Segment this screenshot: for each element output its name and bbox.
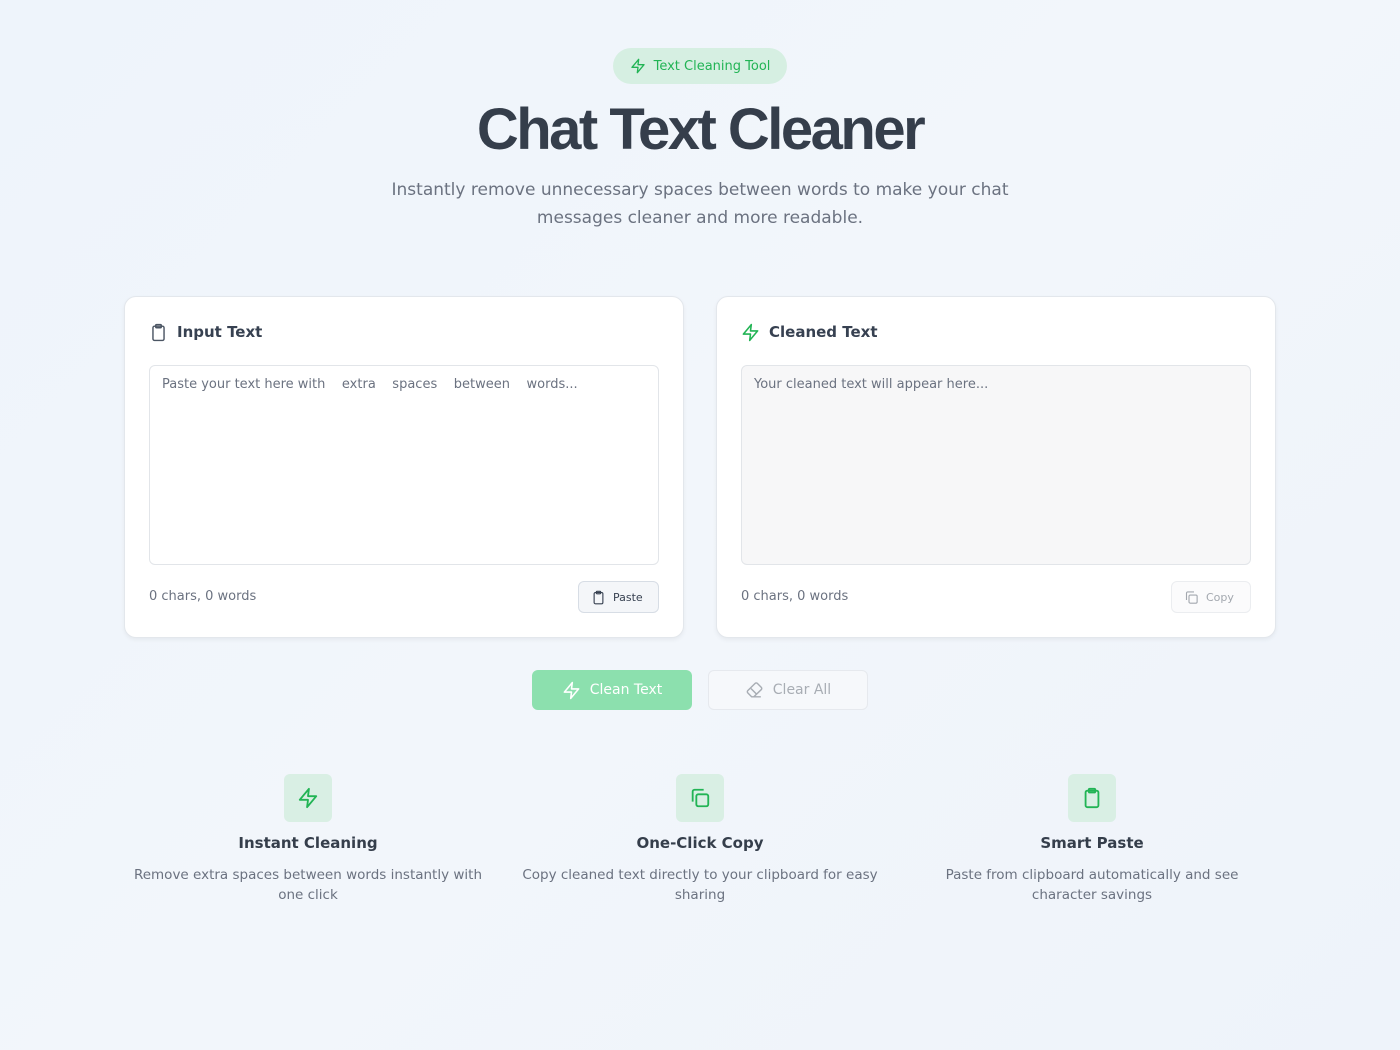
lightning-icon xyxy=(630,58,645,74)
feature-instant-cleaning: Instant Cleaning Remove extra spaces bet… xyxy=(118,774,498,905)
copy-button[interactable]: Copy xyxy=(1171,581,1251,613)
clear-all-button[interactable]: Clear All xyxy=(708,670,868,710)
feature-smart-paste: Smart Paste Paste from clipboard automat… xyxy=(902,774,1282,905)
badge-label: Text Cleaning Tool xyxy=(653,58,771,74)
page-title: Chat Text Cleaner xyxy=(476,97,926,162)
output-card: Cleaned Text 0 chars, 0 words Copy xyxy=(716,296,1276,638)
paste-button-label: Paste xyxy=(613,590,643,604)
feature-description: Paste from clipboard automatically and s… xyxy=(945,867,1239,903)
clipboard-icon xyxy=(152,323,165,341)
output-char-counter: 0 chars, 0 words xyxy=(741,589,849,604)
feature-description: Remove extra spaces between words instan… xyxy=(133,867,483,903)
clean-text-button[interactable]: Clean Text xyxy=(532,670,692,710)
clipboard-icon xyxy=(593,590,604,604)
output-textarea[interactable] xyxy=(741,365,1251,565)
clipboard-icon xyxy=(1084,787,1100,809)
tool-badge: Text Cleaning Tool xyxy=(613,48,787,84)
clean-text-label: Clean Text xyxy=(589,682,663,698)
input-card-title: Input Text xyxy=(177,323,263,341)
input-card-header: Input Text xyxy=(149,321,262,343)
input-card: Input Text 0 chars, 0 words Paste xyxy=(124,296,684,638)
input-textarea[interactable] xyxy=(149,365,659,565)
paste-button[interactable]: Paste xyxy=(578,581,659,613)
lightning-icon xyxy=(563,681,580,699)
input-char-counter: 0 chars, 0 words xyxy=(149,589,257,604)
feature-description: Copy cleaned text directly to your clipb… xyxy=(522,867,878,903)
eraser-icon xyxy=(746,681,763,698)
output-card-header: Cleaned Text xyxy=(741,321,878,343)
feature-icon-box xyxy=(284,774,332,822)
copy-icon xyxy=(1185,590,1198,604)
lightning-icon xyxy=(742,323,759,341)
feature-icon-box xyxy=(1068,774,1116,822)
feature-icon-box xyxy=(676,774,724,822)
clear-all-label: Clear All xyxy=(772,682,832,698)
copy-icon xyxy=(691,788,710,808)
output-card-title: Cleaned Text xyxy=(769,323,878,341)
feature-title: Smart Paste xyxy=(1040,834,1144,852)
copy-button-label: Copy xyxy=(1206,590,1234,604)
feature-title: One-Click Copy xyxy=(636,834,764,852)
feature-one-click-copy: One-Click Copy Copy cleaned text directl… xyxy=(510,774,890,905)
page-subtitle: Instantly remove unnecessary spaces betw… xyxy=(391,180,1009,228)
lightning-icon xyxy=(298,787,318,809)
feature-title: Instant Cleaning xyxy=(238,834,378,852)
